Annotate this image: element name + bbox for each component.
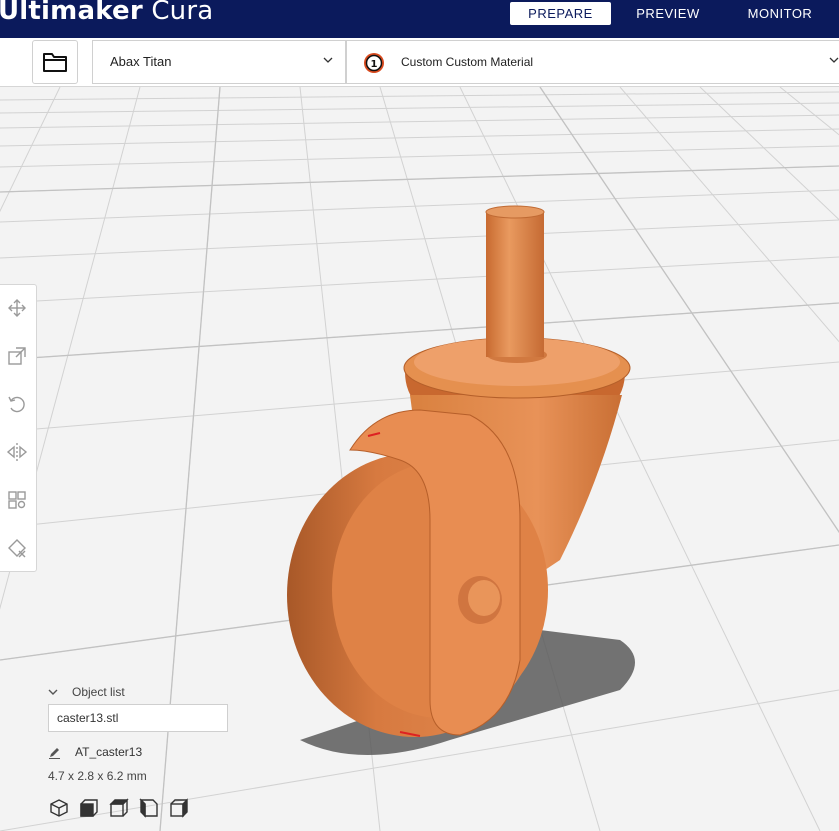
support-blocker-icon bbox=[8, 539, 26, 558]
object-name: AT_caster13 bbox=[75, 745, 143, 759]
tab-monitor[interactable]: MONITOR bbox=[738, 2, 822, 25]
front-view-icon bbox=[80, 799, 98, 817]
scale-icon bbox=[8, 347, 26, 365]
view-right-button[interactable] bbox=[168, 797, 190, 819]
tool-support-blocker[interactable] bbox=[0, 533, 36, 563]
tool-per-model-settings[interactable] bbox=[0, 485, 36, 515]
object-list-header: Object list bbox=[72, 685, 125, 699]
tool-move[interactable] bbox=[0, 293, 36, 323]
per-model-settings-icon bbox=[8, 491, 26, 509]
material-name: Custom Custom Material bbox=[401, 55, 534, 69]
move-icon bbox=[8, 299, 26, 317]
tool-panel bbox=[0, 284, 37, 572]
folder-icon bbox=[43, 53, 67, 72]
printer-selector[interactable]: Abax Titan bbox=[92, 40, 346, 84]
object-list-item[interactable]: caster13.stl bbox=[48, 704, 228, 732]
rotate-icon bbox=[8, 396, 25, 413]
material-selector[interactable]: 1 Custom Custom Material bbox=[346, 40, 839, 84]
view-3d-button[interactable] bbox=[48, 797, 70, 819]
tool-scale[interactable] bbox=[0, 341, 36, 371]
chevron-down-icon bbox=[48, 689, 58, 695]
app-header: Ultimaker Cura PREPARE PREVIEW MONITOR bbox=[0, 0, 839, 38]
chevron-down-icon bbox=[829, 57, 839, 63]
mirror-icon bbox=[6, 443, 28, 461]
view-top-button[interactable] bbox=[108, 797, 130, 819]
app-logo: Ultimaker Cura bbox=[0, 0, 213, 26]
object-dimensions: 4.7 x 2.8 x 6.2 mm bbox=[48, 769, 147, 783]
object-name-row[interactable]: AT_caster13 bbox=[48, 744, 142, 760]
object-list-toggle[interactable]: Object list bbox=[48, 684, 125, 700]
extruder-badge-icon: 1 bbox=[364, 53, 384, 73]
tool-mirror[interactable] bbox=[0, 437, 36, 467]
tool-rotate[interactable] bbox=[0, 389, 36, 419]
printer-name: Abax Titan bbox=[110, 54, 172, 69]
view-front-button[interactable] bbox=[78, 797, 100, 819]
open-file-button[interactable] bbox=[32, 40, 78, 84]
tab-prepare[interactable]: PREPARE bbox=[510, 2, 611, 25]
app-title-light: Cura bbox=[142, 0, 214, 26]
pencil-icon bbox=[49, 747, 60, 759]
extruder-number: 1 bbox=[371, 59, 378, 70]
3d-view-icon bbox=[50, 799, 68, 817]
top-view-icon bbox=[109, 798, 129, 817]
view-left-button[interactable] bbox=[138, 797, 160, 819]
right-view-icon bbox=[170, 798, 188, 818]
app-title-bold: Ultimaker bbox=[0, 0, 143, 26]
left-view-icon bbox=[139, 798, 158, 818]
tab-preview[interactable]: PREVIEW bbox=[626, 2, 710, 25]
chevron-down-icon bbox=[323, 57, 333, 63]
